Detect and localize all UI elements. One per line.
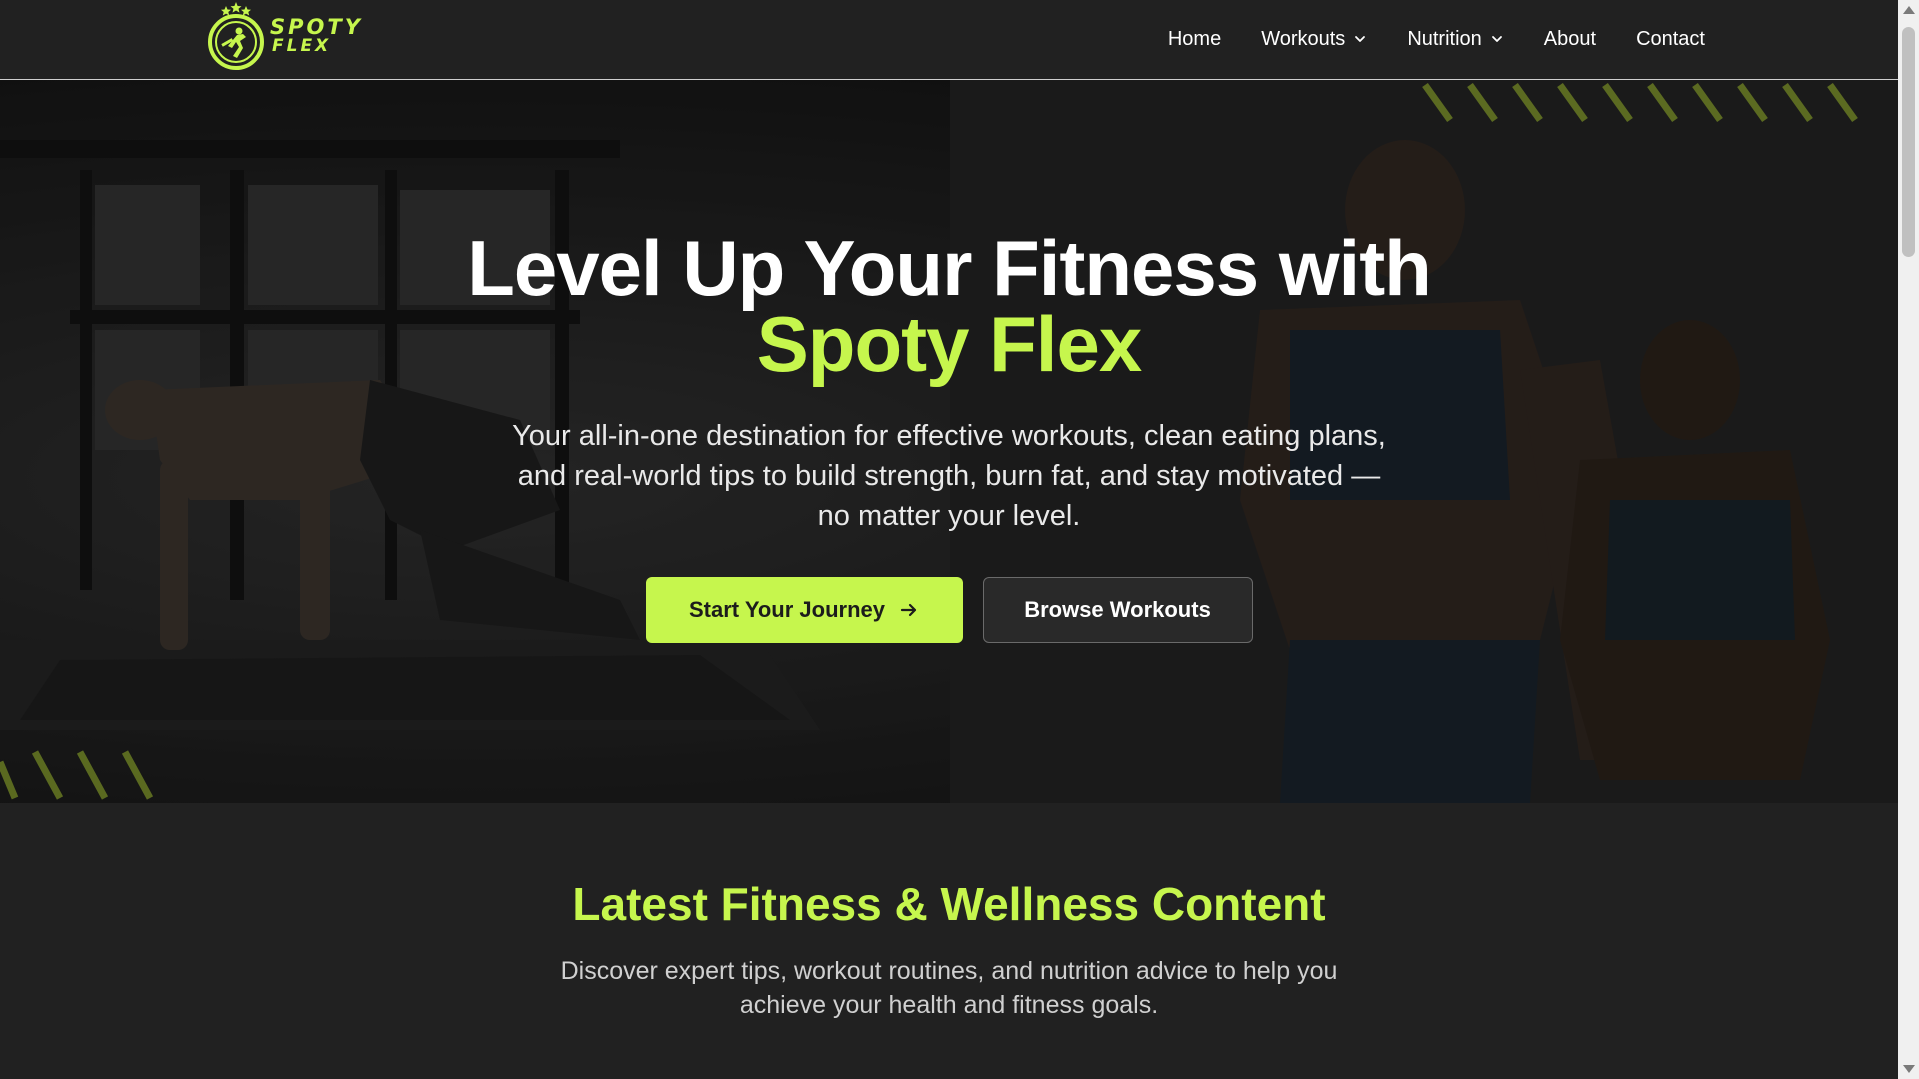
logo-line1: SPOTY xyxy=(270,15,363,39)
hero-title-accent: Spoty Flex xyxy=(756,300,1142,388)
logo-line2: FLEX xyxy=(272,36,332,56)
section-subtitle: Discover expert tips, workout routines, … xyxy=(560,957,1338,1019)
logo[interactable]: SPOTY FLEX xyxy=(206,0,363,72)
hero-subtitle: Your all-in-one destination for effectiv… xyxy=(512,420,1386,532)
hero-title: Level Up Your Fitness with Spoty Flex xyxy=(0,229,1898,388)
chevron-down-icon xyxy=(1491,36,1502,42)
nav-item-label: Nutrition xyxy=(1407,27,1482,50)
browse-workouts-label: Browse Workouts xyxy=(1024,597,1211,622)
page-scrollbar[interactable] xyxy=(1898,0,1919,1079)
hero-buttons: Start Your Journey Browse Workouts xyxy=(0,577,1898,643)
logo-wordmark: SPOTY FLEX xyxy=(270,17,363,55)
start-journey-button[interactable]: Start Your Journey xyxy=(645,577,963,643)
nav-item-about[interactable]: About xyxy=(1544,28,1596,51)
nav-item-contact[interactable]: Contact xyxy=(1636,28,1705,51)
nav-item-nutrition[interactable]: Nutrition xyxy=(1407,28,1503,51)
scrollbar-thumb[interactable] xyxy=(1902,27,1915,257)
nav-item-label: Contact xyxy=(1636,27,1705,50)
nav-item-label: Home xyxy=(1167,27,1222,50)
main-nav: Home Workouts Nutrition About Contact xyxy=(1168,0,1705,78)
start-journey-label: Start Your Journey xyxy=(688,597,885,622)
chevron-down-icon xyxy=(1355,36,1366,42)
hero-section: Level Up Your Fitness with Spoty Flex Yo… xyxy=(0,80,1898,803)
navbar: SPOTY FLEX Home Workouts Nutrition About… xyxy=(0,0,1898,80)
logo-badge-icon xyxy=(208,2,264,70)
nav-item-label: About xyxy=(1543,27,1597,50)
hero-title-line1: Level Up Your Fitness with xyxy=(467,224,1432,312)
page: SPOTY FLEX Home Workouts Nutrition About… xyxy=(0,0,1919,1079)
nav-item-home[interactable]: Home xyxy=(1168,28,1221,51)
section-title: Latest Fitness & Wellness Content xyxy=(572,878,1326,930)
scroll-up-icon[interactable] xyxy=(1903,6,1915,14)
nav-item-label: Workouts xyxy=(1261,27,1346,50)
hero-content: Level Up Your Fitness with Spoty Flex Yo… xyxy=(0,80,1898,803)
arrow-right-icon xyxy=(900,603,917,617)
nav-item-workouts[interactable]: Workouts xyxy=(1261,28,1367,51)
latest-content-section: Latest Fitness & Wellness Content Discov… xyxy=(0,803,1898,1079)
browse-workouts-button[interactable]: Browse Workouts xyxy=(982,577,1253,643)
scroll-down-icon[interactable] xyxy=(1903,1065,1915,1073)
